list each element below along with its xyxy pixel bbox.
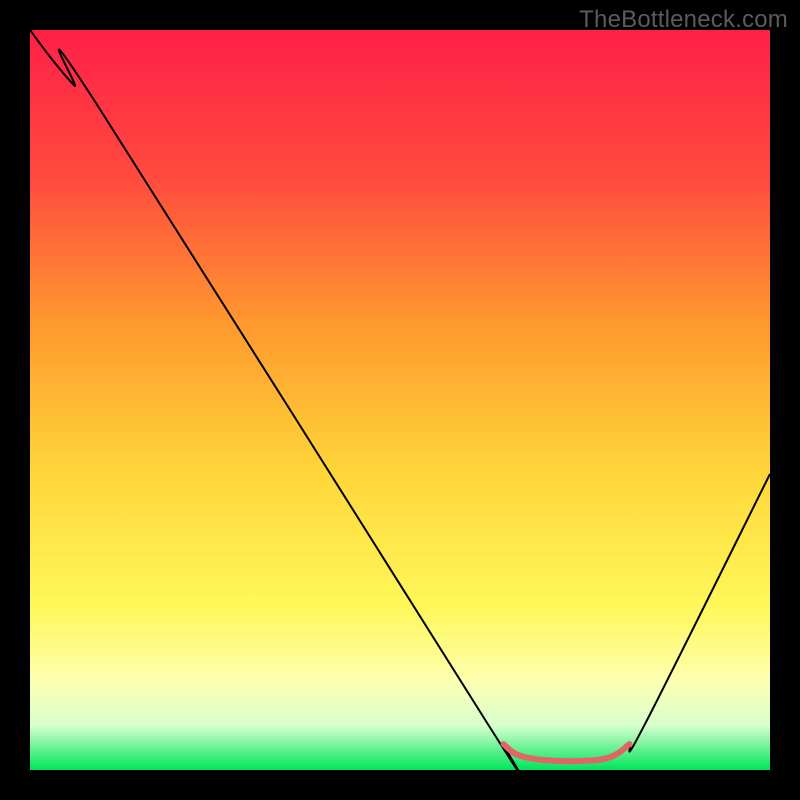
curve-layer — [30, 30, 770, 770]
watermark-text: TheBottleneck.com — [579, 6, 788, 34]
plot-area — [30, 30, 770, 770]
optimal-range-marker — [504, 744, 630, 761]
bottleneck-curve — [30, 30, 770, 770]
